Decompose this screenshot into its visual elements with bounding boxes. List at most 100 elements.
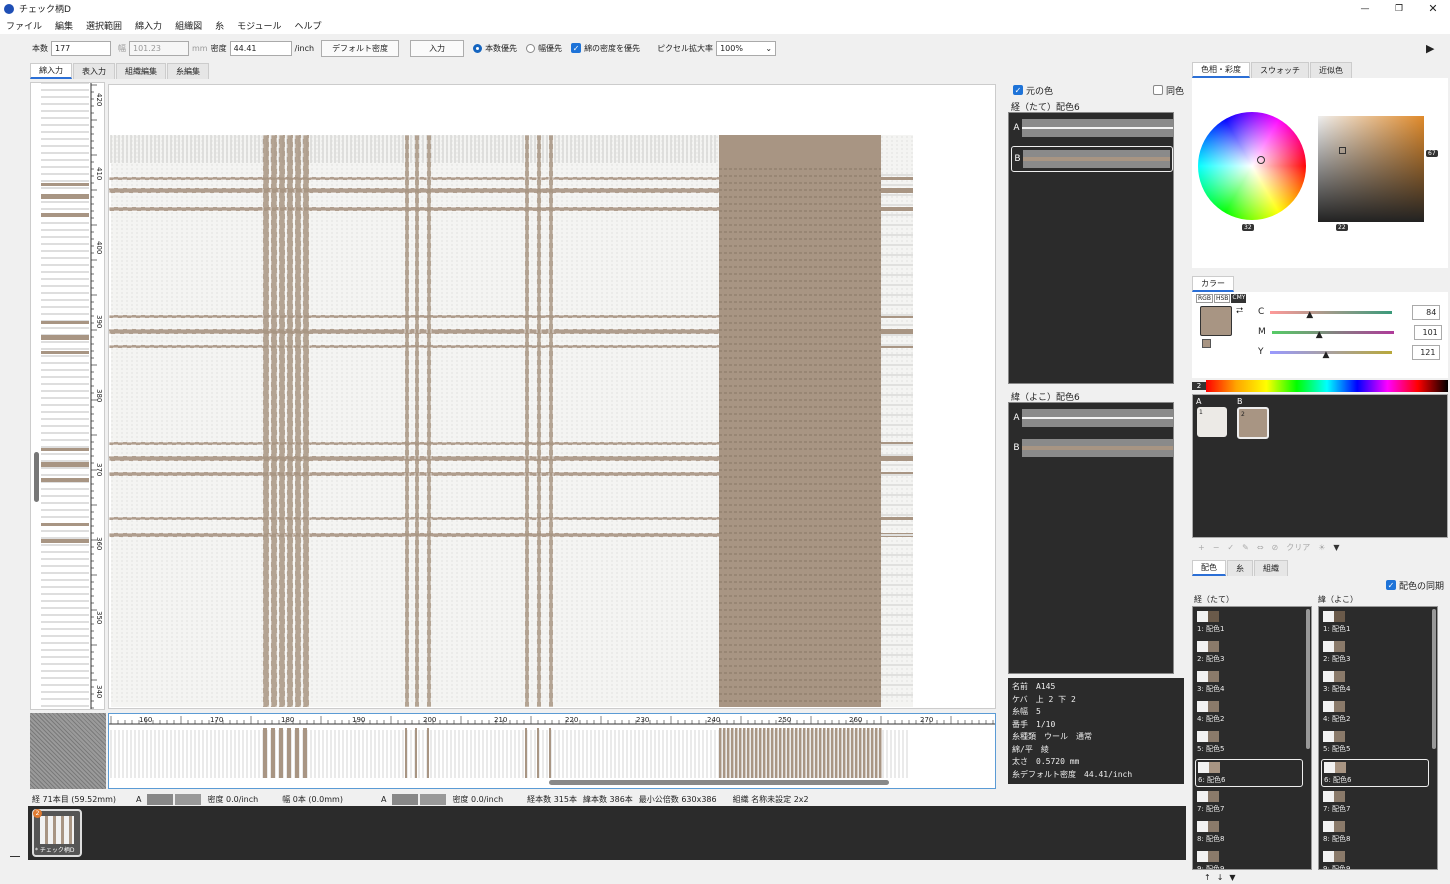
colorway-item[interactable]: 6: 配色6 bbox=[1195, 759, 1303, 787]
default-density-button[interactable]: デフォルト密度 bbox=[321, 39, 400, 57]
tab-similar-color[interactable]: 近似色 bbox=[1310, 62, 1352, 78]
original-color-checkbox[interactable]: ✓ bbox=[1013, 85, 1023, 95]
link-icon[interactable]: ⇔ bbox=[1257, 543, 1264, 552]
menu-module[interactable]: モジュール bbox=[237, 19, 281, 32]
minimize-icon[interactable]: — bbox=[1348, 4, 1382, 14]
same-color-checkbox[interactable] bbox=[1152, 85, 1163, 95]
colorway-item[interactable]: 6: 配色6 bbox=[1321, 759, 1429, 787]
colorway-item[interactable]: 5: 配色5 bbox=[1195, 729, 1303, 757]
weft-strip-panel[interactable]: 420 410 400 390 380 370 360 350 340 bbox=[30, 82, 105, 710]
add-icon[interactable]: + bbox=[1198, 543, 1205, 552]
fabric-canvas[interactable] bbox=[108, 84, 996, 709]
hue-wheel[interactable] bbox=[1198, 112, 1306, 220]
width-input[interactable]: 101.23 bbox=[129, 40, 189, 56]
colorway-item[interactable]: 9: 配色9 bbox=[1195, 849, 1303, 869]
reset-color-icon[interactable] bbox=[1202, 339, 1211, 348]
colorway-item[interactable]: 8: 配色8 bbox=[1321, 819, 1429, 847]
colorway-item[interactable]: 3: 配色4 bbox=[1195, 669, 1303, 697]
menu-thread[interactable]: 糸 bbox=[215, 19, 224, 32]
spectrum-strip[interactable] bbox=[1206, 380, 1448, 392]
weft-colorway-list[interactable]: 1: 配色1 2: 配色3 3: 配色4 4: 配色2 5: 配色5 6: 配色6 7: 配… bbox=[1318, 606, 1438, 870]
warp-strip-panel[interactable]: 160 170 180 190 200 210 220 230 240 250 260 270 bbox=[108, 713, 996, 789]
arrow-down-icon[interactable]: ↓ bbox=[1217, 873, 1224, 882]
tab-weft-input[interactable]: 綿入力 bbox=[30, 63, 72, 79]
menu-edit[interactable]: 編集 bbox=[55, 19, 73, 32]
tab-color[interactable]: カラー bbox=[1192, 276, 1234, 292]
colorway-item[interactable]: 4: 配色2 bbox=[1321, 699, 1429, 727]
swatch-1[interactable]: 1 bbox=[1197, 407, 1227, 437]
list-scrollbar[interactable] bbox=[1432, 609, 1436, 749]
colorway-item[interactable]: 9: 配色9 bbox=[1321, 849, 1429, 869]
maximize-icon[interactable]: ❐ bbox=[1382, 4, 1416, 14]
mode-hsb[interactable]: HSB bbox=[1213, 294, 1231, 303]
sun-icon[interactable]: ☀ bbox=[1318, 543, 1325, 552]
tab-thread-edit[interactable]: 糸編集 bbox=[167, 63, 209, 79]
tab-swatch[interactable]: スウォッチ bbox=[1251, 62, 1309, 78]
c-slider[interactable]: ▲ bbox=[1270, 310, 1393, 320]
mode-cmy[interactable]: CMY bbox=[1231, 294, 1247, 303]
minus-icon[interactable]: − bbox=[1213, 543, 1220, 552]
menu-file[interactable]: ファイル bbox=[6, 19, 42, 32]
tab-hue-saturation[interactable]: 色相・彩度 bbox=[1192, 62, 1250, 78]
fabric-preview[interactable] bbox=[108, 85, 995, 708]
menu-selection[interactable]: 選択範囲 bbox=[86, 19, 122, 32]
close-icon[interactable]: ✕ bbox=[1416, 2, 1450, 15]
colorway-item[interactable]: 1: 配色1 bbox=[1321, 609, 1429, 637]
y-slider[interactable]: ▲ bbox=[1269, 350, 1392, 360]
count-input[interactable]: 177 bbox=[51, 40, 111, 56]
dropdown-icon[interactable]: ▼ bbox=[1229, 873, 1235, 882]
warp-thread-strip[interactable]: 160 170 180 190 200 210 220 230 240 250 260 270 bbox=[109, 714, 995, 788]
menu-input[interactable]: 綿入力 bbox=[135, 19, 162, 32]
collapse-handle[interactable] bbox=[10, 856, 20, 857]
dropdown-icon[interactable]: ▼ bbox=[1333, 543, 1339, 552]
colorway-item[interactable]: 2: 配色3 bbox=[1321, 639, 1429, 667]
tab-table-input[interactable]: 表入力 bbox=[73, 63, 115, 79]
c-input[interactable]: 84 bbox=[1412, 304, 1441, 320]
warp-row-a[interactable]: A bbox=[1011, 116, 1173, 140]
tab-thread[interactable]: 糸 bbox=[1227, 560, 1253, 576]
y-input[interactable]: 121 bbox=[1411, 344, 1440, 360]
colorway-item[interactable]: 2: 配色3 bbox=[1195, 639, 1303, 667]
weft-row-b[interactable]: B bbox=[1011, 436, 1173, 460]
weave-preview-thumbnail[interactable] bbox=[30, 713, 106, 789]
sv-marker[interactable] bbox=[1339, 147, 1346, 154]
document-thumbnail[interactable]: 2 * チェック柄D bbox=[32, 809, 82, 857]
weft-row-a[interactable]: A bbox=[1011, 406, 1173, 430]
colorway-item[interactable]: 5: 配色5 bbox=[1321, 729, 1429, 757]
density-priority-checkbox[interactable]: ✓ bbox=[571, 43, 582, 53]
weft-thread-strip[interactable]: 420 410 400 390 380 370 360 350 340 bbox=[31, 82, 106, 709]
warp-palette-list[interactable]: A B bbox=[1008, 112, 1174, 384]
radio-count-priority[interactable] bbox=[473, 43, 483, 53]
hue-wheel-marker[interactable] bbox=[1257, 156, 1265, 164]
tab-colorway[interactable]: 配色 bbox=[1192, 560, 1226, 576]
colorway-item[interactable]: 4: 配色2 bbox=[1195, 699, 1303, 727]
mode-rgb[interactable]: RGB bbox=[1196, 294, 1213, 303]
input-button[interactable]: 入力 bbox=[410, 39, 465, 57]
colorway-item[interactable]: 7: 配色7 bbox=[1195, 789, 1303, 817]
radio-width-priority[interactable] bbox=[526, 43, 536, 53]
sync-checkbox[interactable]: ✓ bbox=[1385, 580, 1396, 590]
play-icon[interactable]: ▶ bbox=[1426, 42, 1434, 55]
colorway-item[interactable]: 8: 配色8 bbox=[1195, 819, 1303, 847]
vertical-splitter-handle[interactable] bbox=[34, 452, 39, 502]
check-icon[interactable]: ✓ bbox=[1227, 543, 1234, 552]
arrow-up-icon[interactable]: ↑ bbox=[1204, 873, 1211, 882]
swatch-2[interactable]: 2 bbox=[1237, 407, 1269, 439]
ban-icon[interactable]: ⊘ bbox=[1272, 543, 1279, 552]
warp-row-b[interactable]: B bbox=[1011, 146, 1173, 172]
density-input[interactable]: 44.41 bbox=[229, 40, 292, 56]
colorway-item[interactable]: 3: 配色4 bbox=[1321, 669, 1429, 697]
colorway-item[interactable]: 1: 配色1 bbox=[1195, 609, 1303, 637]
tab-weave-edit[interactable]: 組織編集 bbox=[116, 63, 166, 79]
list-scrollbar[interactable] bbox=[1306, 609, 1310, 749]
pencil-icon[interactable]: ✎ bbox=[1242, 543, 1249, 552]
clear-button[interactable]: クリア bbox=[1286, 542, 1310, 553]
menu-help[interactable]: ヘルプ bbox=[294, 19, 321, 32]
m-slider[interactable]: ▲ bbox=[1271, 330, 1394, 340]
swap-icon[interactable]: ⮂ bbox=[1236, 306, 1243, 316]
warp-colorway-list[interactable]: 1: 配色1 2: 配色3 3: 配色4 4: 配色2 5: 配色5 6: 配色6 7: 配… bbox=[1192, 606, 1312, 870]
foreground-color-swatch[interactable] bbox=[1200, 306, 1232, 336]
tab-weave[interactable]: 組織 bbox=[1254, 560, 1288, 576]
m-input[interactable]: 101 bbox=[1413, 324, 1442, 340]
saturation-value-square[interactable] bbox=[1318, 116, 1424, 222]
